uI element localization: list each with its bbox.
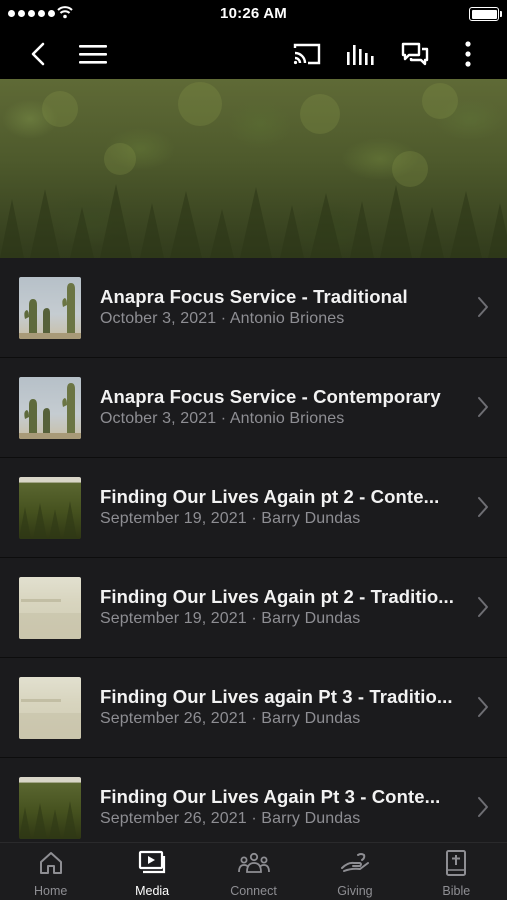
bible-icon	[445, 849, 467, 877]
media-list-item[interactable]: Finding Our Lives Again Pt 3 - Conte... …	[0, 758, 507, 842]
chevron-right-icon	[478, 697, 488, 717]
tab-bible-label: Bible	[442, 884, 471, 898]
bottom-tab-bar: Home Media Connect Giving Bible	[0, 842, 507, 900]
tab-home-label: Home	[34, 884, 68, 898]
media-list-item[interactable]: Anapra Focus Service - Traditional Octob…	[0, 258, 507, 358]
media-item-title: Finding Our Lives again Pt 3 - Traditio.…	[100, 686, 453, 707]
battery-icon	[469, 7, 502, 21]
media-item-subtitle: September 26, 2021 · Barry Dundas	[100, 810, 361, 827]
cactus-thumbnail	[19, 277, 81, 339]
media-icon	[138, 849, 166, 877]
chevron-right-icon	[478, 397, 488, 417]
status-time: 10:26 AM	[220, 5, 287, 22]
tab-home[interactable]: Home	[0, 843, 101, 900]
media-item-subtitle: October 3, 2021 · Antonio Briones	[100, 410, 345, 427]
forest-thumbnail	[19, 777, 81, 839]
cast-icon[interactable]	[289, 36, 325, 72]
pale-title-thumbnail	[19, 677, 81, 739]
back-icon[interactable]	[20, 36, 56, 72]
hero-banner-image	[0, 79, 507, 258]
people-icon	[237, 849, 270, 877]
tab-connect-label: Connect	[230, 884, 277, 898]
media-item-title: Finding Our Lives Again pt 2 - Traditio.…	[100, 586, 455, 607]
media-list-item[interactable]: Finding Our Lives Again pt 2 - Conte... …	[0, 458, 507, 558]
top-nav-bar	[0, 28, 507, 79]
tab-giving-label: Giving	[337, 884, 373, 898]
chevron-right-icon	[478, 797, 488, 817]
tab-connect[interactable]: Connect	[203, 843, 304, 900]
giving-hand-icon	[340, 849, 370, 877]
media-list-item[interactable]: Finding Our Lives again Pt 3 - Traditio.…	[0, 658, 507, 758]
chat-icon[interactable]	[397, 36, 433, 72]
cactus-thumbnail	[19, 377, 81, 439]
media-item-subtitle: September 19, 2021 · Barry Dundas	[100, 510, 361, 527]
media-item-subtitle: September 19, 2021 · Barry Dundas	[100, 610, 361, 627]
chevron-right-icon	[478, 597, 488, 617]
chevron-right-icon	[478, 297, 488, 317]
forest-thumbnail	[19, 477, 81, 539]
media-list-item[interactable]: Anapra Focus Service - Contemporary Octo…	[0, 358, 507, 458]
media-item-title: Anapra Focus Service - Contemporary	[100, 386, 441, 407]
home-icon	[39, 849, 63, 877]
chevron-right-icon	[478, 497, 488, 517]
media-item-title: Anapra Focus Service - Traditional	[100, 286, 408, 307]
media-item-title: Finding Our Lives Again Pt 3 - Conte...	[100, 786, 441, 807]
media-list: Anapra Focus Service - Traditional Octob…	[0, 258, 507, 842]
tab-media[interactable]: Media	[101, 843, 202, 900]
tab-bible[interactable]: Bible	[406, 843, 507, 900]
media-list-item[interactable]: Finding Our Lives Again pt 2 - Traditio.…	[0, 558, 507, 658]
pale-title-thumbnail	[19, 577, 81, 639]
tab-media-label: Media	[135, 884, 170, 898]
more-vertical-icon[interactable]	[450, 36, 486, 72]
media-item-subtitle: September 26, 2021 · Barry Dundas	[100, 710, 361, 727]
audio-bars-icon[interactable]	[343, 36, 379, 72]
tab-giving[interactable]: Giving	[304, 843, 405, 900]
status-bar: 10:26 AM	[0, 0, 507, 28]
media-item-title: Finding Our Lives Again pt 2 - Conte...	[100, 486, 440, 507]
hamburger-menu-icon[interactable]	[75, 36, 111, 72]
media-item-subtitle: October 3, 2021 · Antonio Briones	[100, 310, 345, 327]
